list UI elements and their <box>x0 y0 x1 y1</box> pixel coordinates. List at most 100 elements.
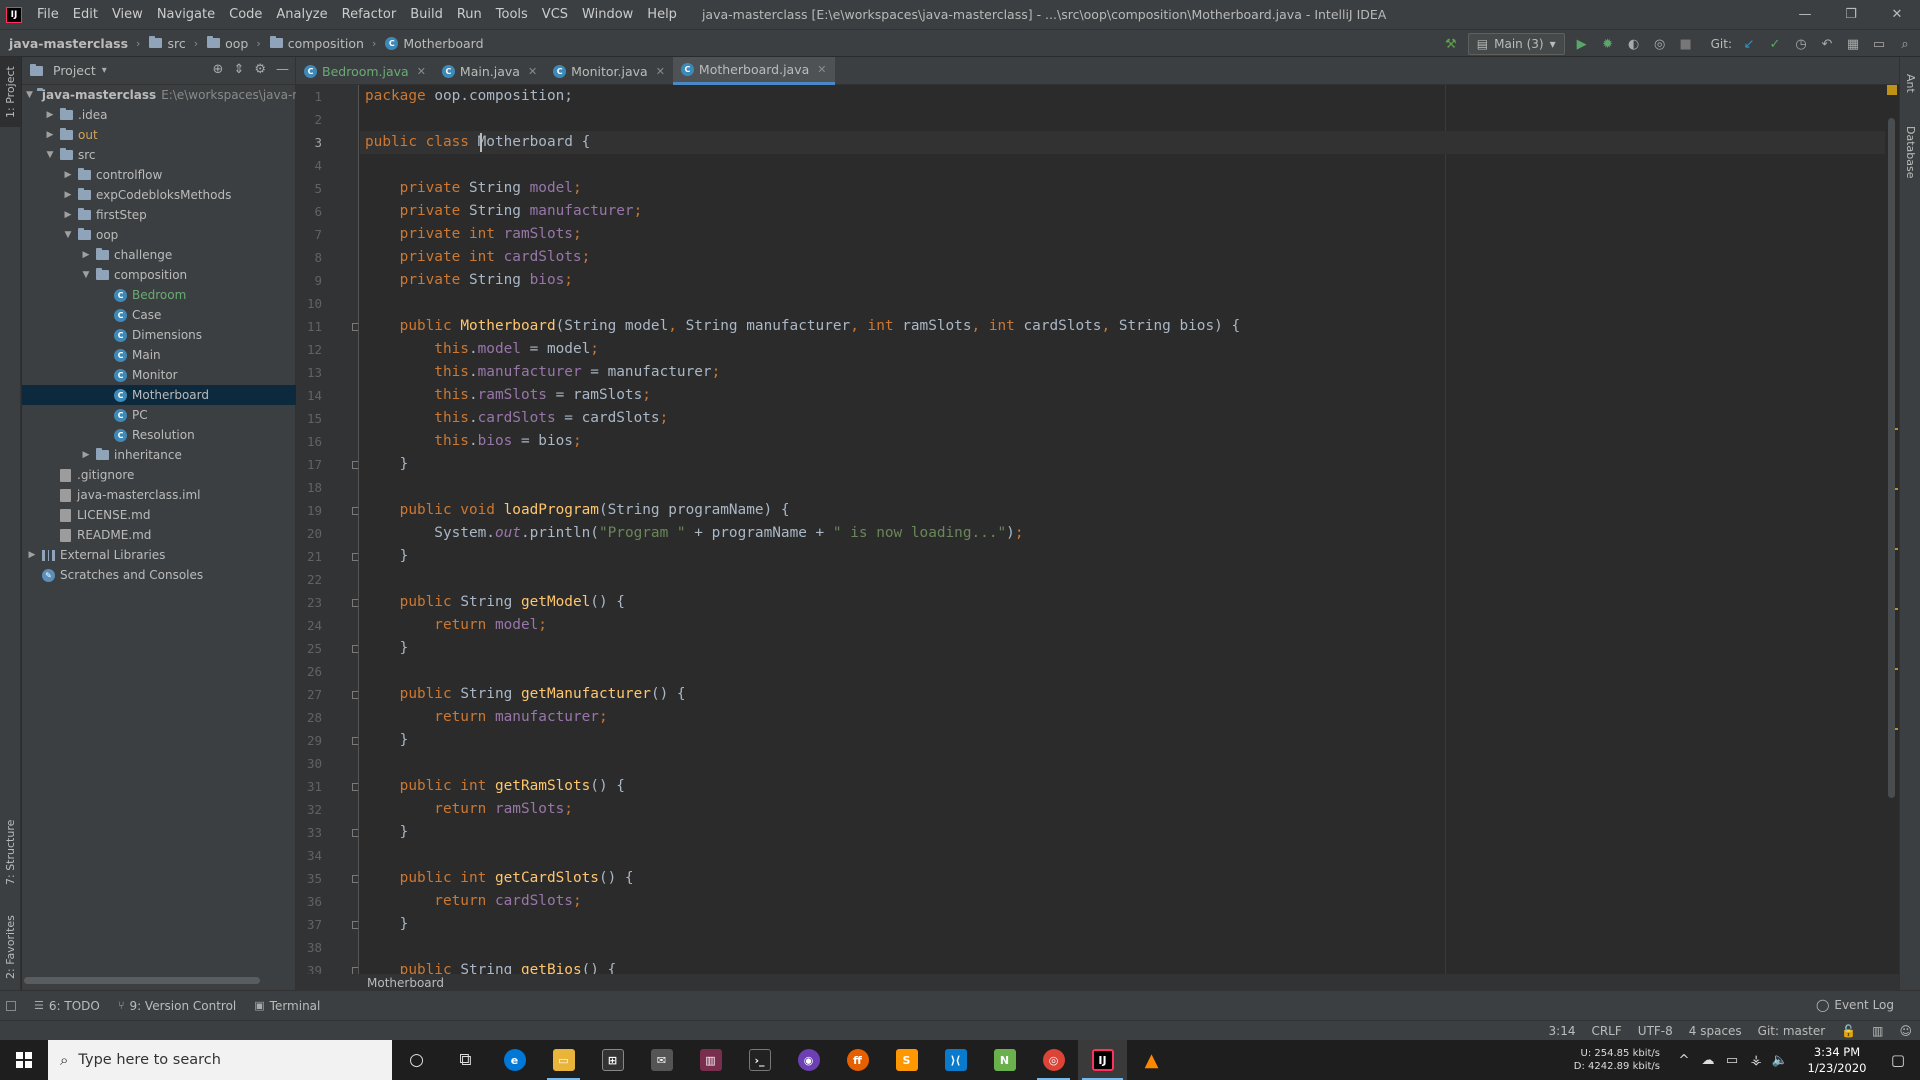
tree-item[interactable]: C Bedroom <box>22 285 296 305</box>
project-structure-icon[interactable]: ▦ <box>1844 35 1862 53</box>
tree-item[interactable]: LICENSE.md <box>22 505 296 525</box>
tree-item[interactable]: README.md <box>22 525 296 545</box>
tool-windows-toggle-icon[interactable] <box>6 1000 16 1011</box>
tree-item[interactable]: C Case <box>22 305 296 325</box>
run-configuration-select[interactable]: ▤ Main (3) ▾ <box>1467 33 1565 55</box>
task-view-icon[interactable]: ⧉ <box>441 1040 490 1080</box>
code-editor[interactable]: package oop.composition; public class Mot… <box>360 85 1885 974</box>
lock-icon[interactable]: 🔓 <box>1841 1024 1856 1038</box>
tree-item[interactable]: ▼ src <box>22 145 296 165</box>
menu-refactor[interactable]: Refactor <box>335 0 404 29</box>
warning-status-icon[interactable] <box>1887 85 1897 95</box>
tool-tab-structure[interactable]: 7: Structure <box>0 812 21 892</box>
menu-build[interactable]: Build <box>403 0 450 29</box>
menu-edit[interactable]: Edit <box>66 0 105 29</box>
menu-tools[interactable]: Tools <box>489 0 535 29</box>
action-center-icon[interactable]: ▢ <box>1876 1051 1920 1069</box>
fold-marker-icon[interactable] <box>352 691 358 699</box>
tree-item[interactable]: C Main <box>22 345 296 365</box>
collapse-all-icon[interactable]: ⇕ <box>233 62 244 77</box>
close-tab-icon[interactable]: ✕ <box>417 65 426 78</box>
fold-marker-icon[interactable] <box>352 875 358 883</box>
collapsed-arrow-icon[interactable]: ▶ <box>26 550 38 560</box>
fold-marker-icon[interactable] <box>352 967 358 974</box>
tree-item[interactable]: C Monitor <box>22 365 296 385</box>
git-history-icon[interactable]: ◷ <box>1792 35 1810 53</box>
stop-icon[interactable]: ■ <box>1677 35 1695 53</box>
inspector-icon[interactable]: ☺ <box>1899 1024 1912 1038</box>
git-rollback-icon[interactable]: ↶ <box>1818 35 1836 53</box>
presentation-icon[interactable]: ▭ <box>1870 35 1888 53</box>
tree-item[interactable]: C Motherboard <box>22 385 296 405</box>
media-app-icon[interactable]: ◉ <box>784 1040 833 1080</box>
gear-icon[interactable]: ⚙ <box>254 62 266 77</box>
menu-file[interactable]: File <box>30 0 66 29</box>
profile-icon[interactable]: ◎ <box>1651 35 1669 53</box>
event-log-button[interactable]: ◯ Event Log <box>1816 998 1894 1012</box>
project-view-select[interactable]: Project <box>53 63 96 78</box>
git-branch[interactable]: Git: master <box>1758 1024 1826 1038</box>
coverage-icon[interactable]: ◐ <box>1625 35 1643 53</box>
vscode-icon[interactable]: ⟩⟨ <box>931 1040 980 1080</box>
tree-item[interactable]: ▶ controlflow <box>22 165 296 185</box>
collapsed-arrow-icon[interactable]: ▶ <box>62 170 74 180</box>
fold-marker-icon[interactable] <box>352 507 358 515</box>
nav-crumb-src[interactable]: src › <box>140 36 198 51</box>
expanded-arrow-icon[interactable]: ▼ <box>44 150 56 160</box>
hide-icon[interactable]: — <box>276 62 289 77</box>
sublime-text-icon[interactable]: S <box>882 1040 931 1080</box>
nav-crumb-project[interactable]: java-masterclass › <box>0 36 140 51</box>
tree-item[interactable]: ▼ composition <box>22 265 296 285</box>
tree-item[interactable]: ▶ expCodebloksMethods <box>22 185 296 205</box>
edge-icon[interactable]: e <box>490 1040 539 1080</box>
collapsed-arrow-icon[interactable]: ▶ <box>44 130 56 140</box>
menu-run[interactable]: Run <box>450 0 489 29</box>
restore-button[interactable]: ❐ <box>1828 0 1874 29</box>
menu-window[interactable]: Window <box>575 0 640 29</box>
winrar-icon[interactable]: ▥ <box>686 1040 735 1080</box>
tree-item[interactable]: java-masterclass.iml <box>22 485 296 505</box>
indent-setting[interactable]: 4 spaces <box>1689 1024 1742 1038</box>
fold-marker-icon[interactable] <box>352 737 358 745</box>
horizontal-scrollbar[interactable] <box>24 977 260 984</box>
clock[interactable]: 3:34 PM 1/23/2020 <box>1798 1044 1876 1076</box>
fold-marker-icon[interactable] <box>352 599 358 607</box>
close-tab-icon[interactable]: ✕ <box>817 63 826 76</box>
editor-tab[interactable]: C Bedroom.java ✕ <box>296 57 434 85</box>
expanded-arrow-icon[interactable]: ▼ <box>80 270 92 280</box>
tree-item[interactable]: .gitignore <box>22 465 296 485</box>
tree-item[interactable]: ▶ out <box>22 125 296 145</box>
intellij-taskbar-icon[interactable]: IJ <box>1078 1040 1127 1080</box>
tree-item[interactable]: ▶ External Libraries <box>22 545 296 565</box>
locate-file-icon[interactable]: ⊕ <box>213 62 224 77</box>
collapsed-arrow-icon[interactable]: ▶ <box>62 190 74 200</box>
chrome-icon[interactable]: ◎ <box>1029 1040 1078 1080</box>
taskbar-search-input[interactable]: ⌕ Type here to search <box>48 1040 392 1080</box>
git-commit-icon[interactable]: ✓ <box>1766 35 1784 53</box>
tree-item[interactable]: ▶ firstStep <box>22 205 296 225</box>
menu-vcs[interactable]: VCS <box>535 0 575 29</box>
menu-navigate[interactable]: Navigate <box>150 0 222 29</box>
vlc-icon[interactable]: ▲ <box>1127 1040 1176 1080</box>
caret-position[interactable]: 3:14 <box>1549 1024 1576 1038</box>
menu-view[interactable]: View <box>105 0 150 29</box>
firefox-icon[interactable]: ff <box>833 1040 882 1080</box>
tree-item[interactable]: C Dimensions <box>22 325 296 345</box>
nav-crumb-motherboard[interactable]: C Motherboard <box>376 36 484 51</box>
chevron-down-icon[interactable]: ▾ <box>102 65 107 76</box>
expanded-arrow-icon[interactable]: ▼ <box>26 90 33 100</box>
network-icon[interactable]: ⚶ <box>1744 1053 1768 1068</box>
collapsed-arrow-icon[interactable]: ▶ <box>62 210 74 220</box>
cortana-icon[interactable]: ○ <box>392 1040 441 1080</box>
file-explorer-icon[interactable]: ▭ <box>539 1040 588 1080</box>
tree-item[interactable]: C PC <box>22 405 296 425</box>
battery-icon[interactable]: ▭ <box>1720 1053 1744 1068</box>
collapsed-arrow-icon[interactable]: ▶ <box>80 250 92 260</box>
close-button[interactable]: ✕ <box>1874 0 1920 29</box>
store-icon[interactable]: ⊞ <box>588 1040 637 1080</box>
editor-tab[interactable]: C Motherboard.java ✕ <box>672 57 835 85</box>
menu-code[interactable]: Code <box>222 0 269 29</box>
fold-marker-icon[interactable] <box>352 553 358 561</box>
editor-tab[interactable]: C Monitor.java ✕ <box>545 57 673 85</box>
fold-marker-icon[interactable] <box>352 645 358 653</box>
